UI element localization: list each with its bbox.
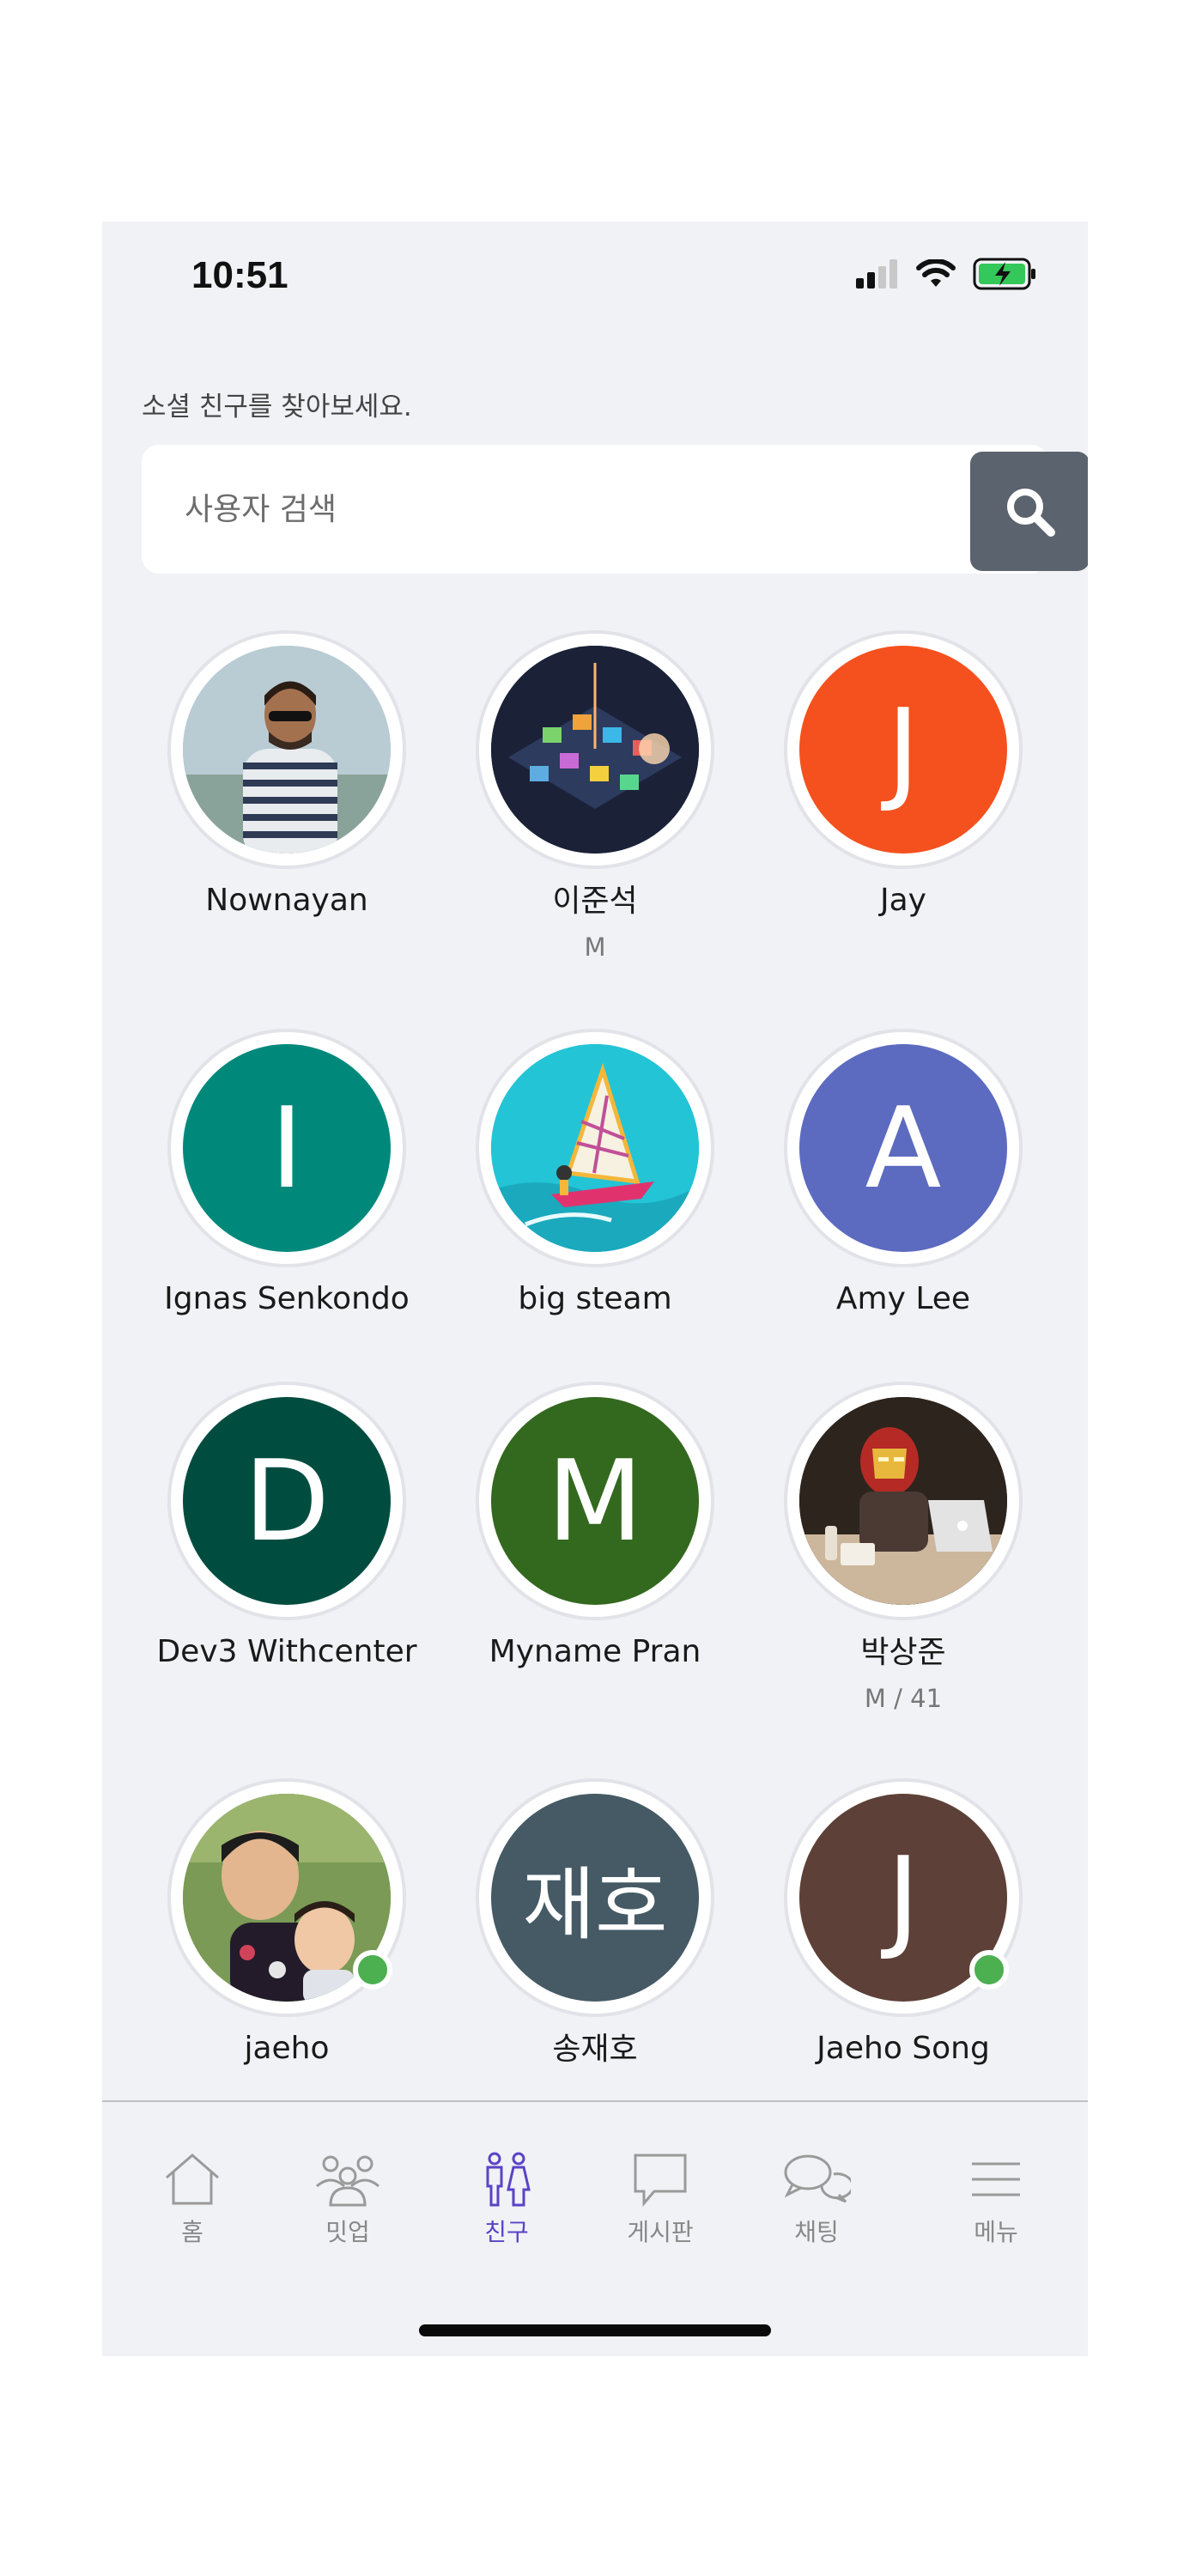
menu-icon [972,2162,1020,2196]
wifi-icon [916,259,956,287]
tab-chat[interactable]: 채팅 [752,2152,881,2248]
tab-label: 게시판 [627,2218,694,2246]
online-status-icon [969,1950,1009,1990]
friend-name: Amy Lee [835,1281,971,1316]
tab-label: 메뉴 [974,2218,1018,2246]
tab-menu[interactable]: 메뉴 [932,2152,1060,2248]
online-status-icon [353,1950,392,1990]
friend-name: jaeho [244,2031,330,2066]
cellular-signal-icon [856,259,897,289]
friend-name: 송재호 [552,2032,638,2067]
tab-meetup[interactable]: 밋업 [283,2152,412,2248]
friend-meta: M / 41 [864,1684,943,1713]
status-time: 10:51 [191,254,288,296]
friend-name: 이준석 [552,884,638,919]
friend-name: big steam [518,1281,672,1316]
avatar-initial: M [491,1397,699,1605]
search-button[interactable] [970,452,1088,571]
friend-name: 박상준 [860,1635,946,1670]
search-icon [1006,488,1055,537]
board-icon [634,2154,687,2207]
friend-name: Ignas Senkondo [164,1281,410,1316]
avatar-ring: M [479,1385,711,1617]
avatar-ring [171,634,403,866]
avatar [183,646,391,854]
battery-charging-icon [973,258,1035,290]
chat-icon [784,2154,851,2203]
avatar-ring: A [787,1032,1019,1264]
meetup-icon [316,2155,379,2207]
search-bar [142,445,1088,574]
tab-friends[interactable]: 친구 [442,2152,571,2248]
tab-label: 홈 [181,2218,203,2246]
avatar-ring [171,1782,403,2014]
profile-photo-icon [183,646,391,854]
friend-name: Jaeho Song [817,2031,990,2066]
avatar-initial: 재호 [491,1794,699,2002]
tab-label: 채팅 [794,2218,839,2246]
friend-name: Nownayan [205,883,368,918]
home-indicator[interactable] [419,2324,771,2336]
profile-photo-icon [491,646,699,854]
bottom-tab-bar: 홈 밋업 친구 게시판 채팅 메뉴 [102,2102,1088,2274]
avatar-ring [787,1385,1019,1617]
friend-name: Dev3 Withcenter [156,1634,417,1669]
avatar-ring: D [171,1385,403,1617]
search-input[interactable] [142,445,880,574]
profile-photo-icon [799,1397,1007,1605]
avatar [799,1397,1007,1605]
status-icons [856,258,1038,290]
avatar-ring: J [787,634,1019,866]
avatar-ring: J [787,1782,1019,2014]
friend-name: Myname Pran [489,1634,701,1669]
avatar-initial: A [799,1044,1007,1252]
app-screen: 10:51 소셜 친구를 찾아보세요. 사용자 검색 Nownayan 이준석 … [102,222,1088,2356]
page-subtitle: 소셜 친구를 찾아보세요. [142,392,412,422]
avatar [491,1044,699,1252]
avatar-initial: D [183,1397,391,1605]
profile-photo-icon [491,1044,699,1252]
avatar-initial: J [799,646,1007,854]
avatar-ring: 재호 [479,1782,711,2014]
avatar-ring: I [171,1032,403,1264]
avatar [491,646,699,854]
friends-icon [486,2152,531,2207]
avatar-ring [479,1032,711,1264]
avatar-ring [479,634,711,866]
tab-label: 밋업 [325,2218,370,2246]
friend-name: Jay [880,883,926,918]
home-icon [166,2154,219,2205]
avatar-initial: I [183,1044,391,1252]
tab-board[interactable]: 게시판 [596,2152,725,2248]
friend-meta: M [584,933,606,962]
tab-label: 친구 [484,2218,529,2246]
tab-home[interactable]: 홈 [128,2152,257,2248]
